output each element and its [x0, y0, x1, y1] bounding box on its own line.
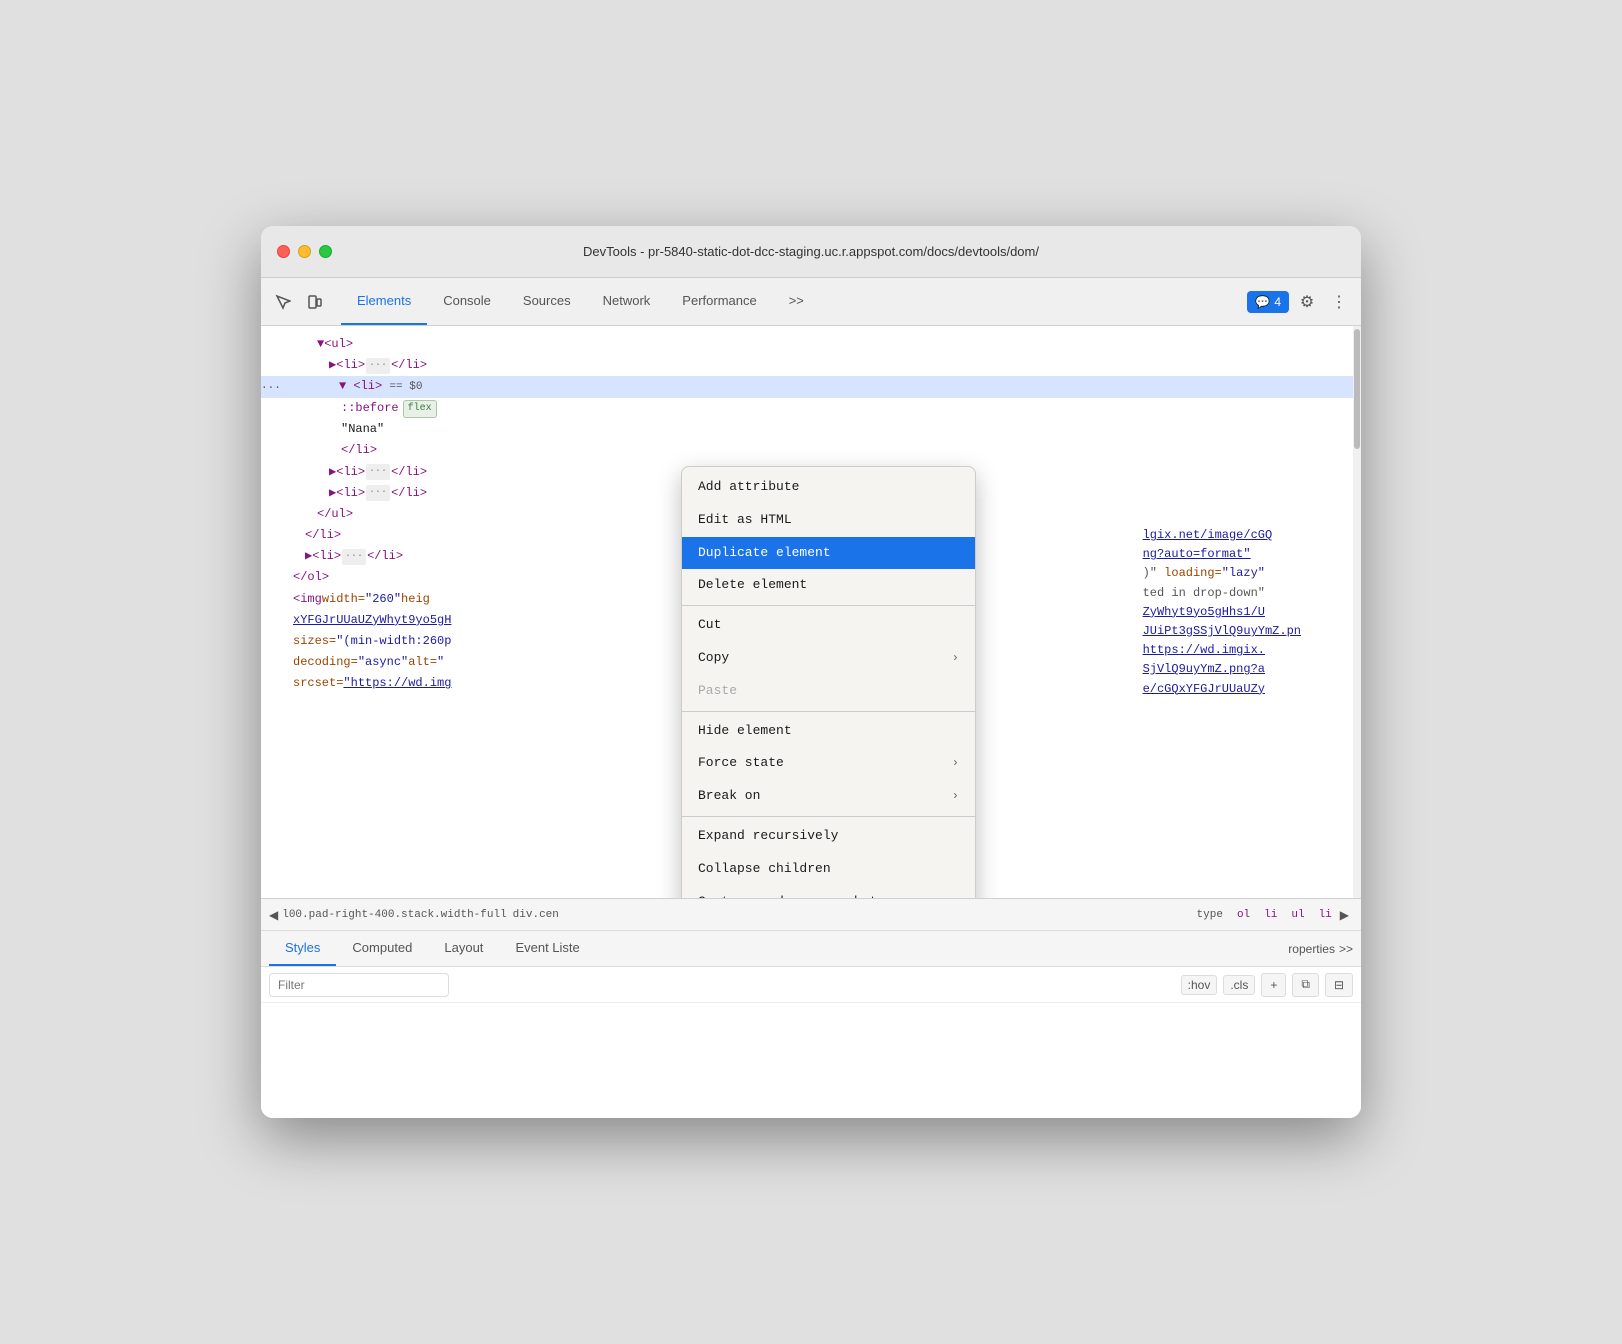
menu-collapse-children[interactable]: Collapse children [682, 853, 975, 886]
tab-more[interactable]: >> [773, 278, 820, 325]
filter-buttons: :hov .cls + ⧉ ⊟ [1181, 973, 1353, 997]
dom-line[interactable]: ▶ <li> ··· </li> [261, 355, 1361, 376]
maximize-button[interactable] [319, 245, 332, 258]
cls-button[interactable]: .cls [1223, 975, 1255, 995]
main-content: ▼ <ul> ▶ <li> ··· </li> ... ▼ <li> == $0 [261, 326, 1361, 898]
tab-styles[interactable]: Styles [269, 931, 336, 966]
tab-performance[interactable]: Performance [666, 278, 772, 325]
filter-bar: :hov .cls + ⧉ ⊟ [261, 967, 1361, 1003]
titlebar: DevTools - pr-5840-static-dot-dcc-stagin… [261, 226, 1361, 278]
hov-button[interactable]: :hov [1181, 975, 1218, 995]
window-title: DevTools - pr-5840-static-dot-dcc-stagin… [583, 244, 1039, 259]
tab-elements[interactable]: Elements [341, 278, 427, 325]
menu-expand-recursively[interactable]: Expand recursively [682, 820, 975, 853]
menu-duplicate-element[interactable]: Duplicate element [682, 537, 975, 570]
dom-line[interactable]: ::before flex [261, 398, 1361, 419]
menu-add-attribute[interactable]: Add attribute [682, 471, 975, 504]
dom-line[interactable]: </li> [261, 440, 1361, 461]
breadcrumb-li2[interactable]: li [1319, 909, 1332, 921]
console-count: 4 [1274, 295, 1281, 309]
dom-line[interactable]: "Nana" [261, 419, 1361, 440]
filter-input[interactable] [269, 973, 449, 997]
bottom-tabs: Styles Computed Layout Event Liste roper… [261, 931, 1361, 967]
menu-copy[interactable]: Copy › [682, 642, 975, 675]
breadcrumb-forward[interactable]: ▶ [1340, 908, 1349, 922]
breadcrumb-item[interactable]: div.cen [513, 909, 559, 921]
tab-sources[interactable]: Sources [507, 278, 587, 325]
toolbar-tabs: Elements Console Sources Network Perform… [341, 278, 820, 325]
more-icon[interactable]: ⋮ [1325, 288, 1353, 316]
breadcrumb-back[interactable]: ◀ [269, 908, 278, 922]
menu-cut[interactable]: Cut [682, 609, 975, 642]
sidebar-toggle-button[interactable]: ⊟ [1325, 973, 1353, 997]
device-icon[interactable] [301, 288, 329, 316]
bottom-tabs-more[interactable]: roperties >> [1288, 942, 1353, 956]
menu-separator [682, 816, 975, 817]
scrollbar-thumb[interactable] [1354, 329, 1360, 449]
close-button[interactable] [277, 245, 290, 258]
devtools-panel: Elements Console Sources Network Perform… [261, 278, 1361, 1118]
console-icon: 💬 [1255, 295, 1270, 309]
chevron-right-icon: › [952, 787, 959, 806]
devtools-window: DevTools - pr-5840-static-dot-dcc-stagin… [261, 226, 1361, 1118]
traffic-lights [277, 245, 332, 258]
tab-network[interactable]: Network [587, 278, 667, 325]
menu-separator [682, 605, 975, 606]
menu-paste: Paste [682, 675, 975, 708]
menu-hide-element[interactable]: Hide element [682, 715, 975, 748]
menu-separator [682, 711, 975, 712]
context-menu: Add attribute Edit as HTML Duplicate ele… [681, 466, 976, 898]
menu-edit-html[interactable]: Edit as HTML [682, 504, 975, 537]
cursor-icon[interactable] [269, 288, 297, 316]
bottom-panel: ◀ l00.pad-right-400.stack.width-full div… [261, 898, 1361, 1118]
toolbar-right: 💬 4 ⚙ ⋮ [1247, 288, 1353, 316]
tab-console[interactable]: Console [427, 278, 507, 325]
tab-layout[interactable]: Layout [428, 931, 499, 966]
menu-force-state[interactable]: Force state › [682, 747, 975, 780]
chevron-right-icon: › [952, 754, 959, 773]
chevron-right-icon: › [952, 649, 959, 668]
breadcrumb-ul[interactable]: ul [1291, 909, 1304, 921]
breadcrumb-item[interactable]: l00.pad-right-400.stack.width-full [282, 909, 506, 921]
console-badge[interactable]: 💬 4 [1247, 291, 1289, 313]
tab-computed[interactable]: Computed [336, 931, 428, 966]
breadcrumb-type[interactable]: type [1197, 909, 1223, 921]
breadcrumb-bar: ◀ l00.pad-right-400.stack.width-full div… [261, 899, 1361, 931]
breadcrumb-ol[interactable]: ol [1237, 909, 1250, 921]
menu-capture-screenshot[interactable]: Capture node screenshot [682, 886, 975, 898]
minimize-button[interactable] [298, 245, 311, 258]
copy-styles-button[interactable]: ⧉ [1292, 973, 1319, 997]
breadcrumb-li[interactable]: li [1264, 909, 1277, 921]
dom-line-selected[interactable]: ... ▼ <li> == $0 [261, 376, 1361, 398]
dom-tree-panel: ▼ <ul> ▶ <li> ··· </li> ... ▼ <li> == $0 [261, 326, 1361, 898]
scrollbar[interactable] [1353, 326, 1361, 898]
settings-icon[interactable]: ⚙ [1293, 288, 1321, 316]
toolbar-icons [269, 288, 329, 316]
menu-break-on[interactable]: Break on › [682, 780, 975, 813]
plus-button[interactable]: + [1261, 973, 1286, 997]
devtools-toolbar: Elements Console Sources Network Perform… [261, 278, 1361, 326]
tab-event-listeners[interactable]: Event Liste [499, 931, 595, 966]
menu-delete-element[interactable]: Delete element [682, 569, 975, 602]
dom-line[interactable]: ▼ <ul> [261, 334, 1361, 355]
